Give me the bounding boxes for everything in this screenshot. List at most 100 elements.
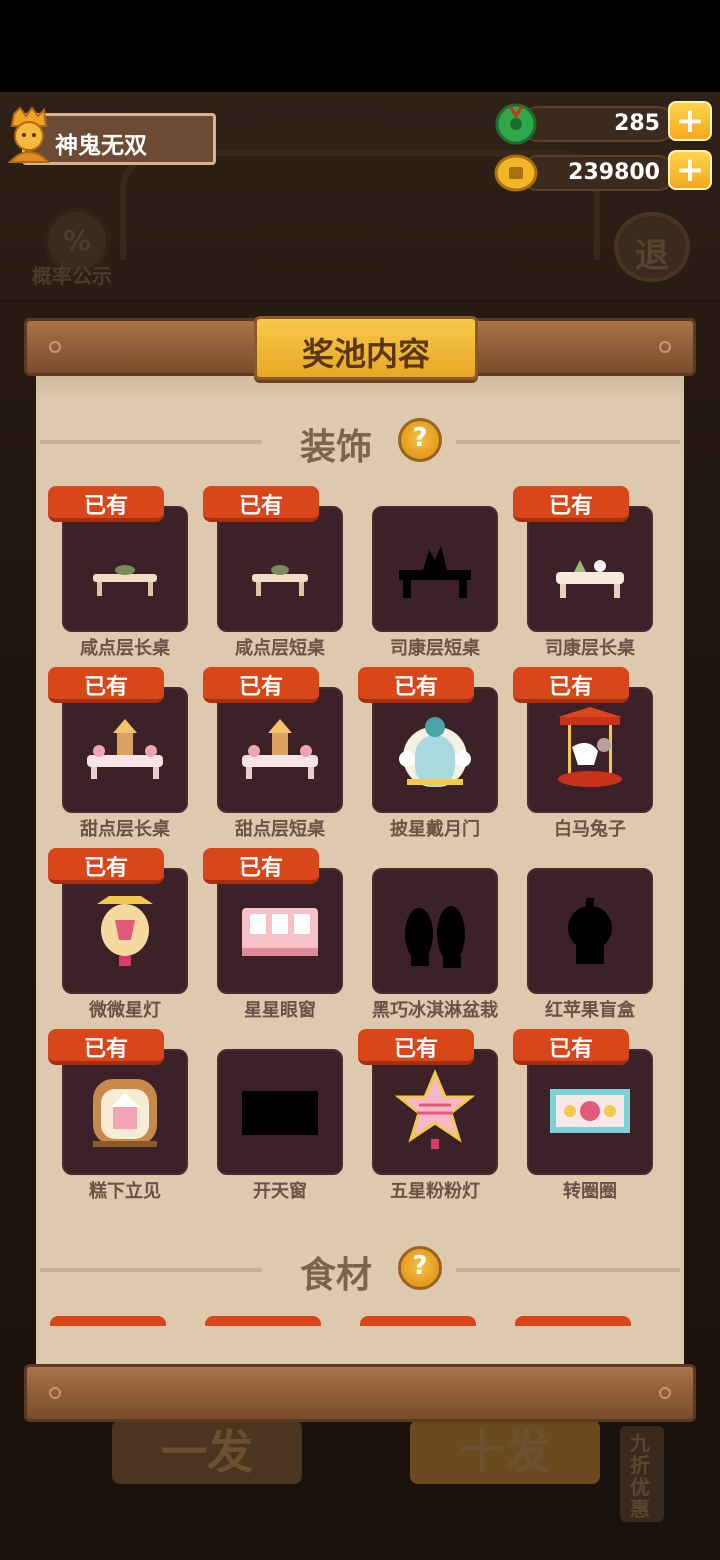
carousel-icon bbox=[558, 707, 622, 787]
silhouette-table-icon bbox=[399, 546, 471, 598]
owned-badge-partial bbox=[50, 1316, 166, 1326]
owned-badge: 已有 bbox=[48, 848, 164, 884]
prize-item[interactable]: 红苹果盲盒 bbox=[525, 848, 655, 1028]
item-name: 开天窗 bbox=[253, 1181, 307, 1202]
coin-balance: 239800 bbox=[568, 160, 660, 185]
prize-item[interactable]: 开天窗 bbox=[215, 1029, 345, 1209]
player-name: 神鬼无双 bbox=[55, 133, 147, 159]
silhouette-plants-icon bbox=[405, 906, 465, 968]
gold-coin-icon bbox=[494, 154, 538, 192]
prize-item[interactable]: 已有微微星灯 bbox=[48, 848, 190, 1028]
prize-item[interactable]: 黑巧冰淇淋盆栽 bbox=[370, 848, 500, 1028]
player-avatar-icon[interactable] bbox=[4, 106, 54, 164]
item-name: 咸点层长桌 bbox=[80, 638, 170, 659]
table-short-icon bbox=[252, 565, 308, 596]
owned-badge: 已有 bbox=[48, 486, 164, 522]
cabinet-icon bbox=[93, 1079, 157, 1147]
item-name: 五星粉粉灯 bbox=[390, 1181, 480, 1202]
probability-label: 概率公示 bbox=[32, 264, 112, 288]
owned-badge-label: 已有 bbox=[83, 856, 128, 881]
owned-badge: 已有 bbox=[48, 1029, 164, 1065]
owned-badge: 已有 bbox=[358, 1029, 474, 1065]
owned-badge: 已有 bbox=[203, 486, 319, 522]
table-light-icon bbox=[93, 565, 157, 596]
silhouette-rect-icon bbox=[242, 1091, 318, 1135]
prize-item[interactable]: 已有星星眼窗 bbox=[203, 848, 345, 1028]
panel-title-plate: 奖池内容 bbox=[254, 316, 478, 380]
owned-badge-label: 已有 bbox=[83, 1037, 128, 1062]
item-name: 黑巧冰淇淋盆栽 bbox=[372, 1000, 498, 1021]
prize-item[interactable]: 已有糕下立见 bbox=[48, 1029, 190, 1209]
prize-item[interactable]: 已有 甜点层长桌 bbox=[48, 667, 190, 847]
prize-item[interactable]: 司康层短桌 bbox=[370, 486, 500, 666]
owned-badge: 已有 bbox=[48, 667, 164, 703]
item-name: 星星眼窗 bbox=[244, 1000, 316, 1021]
gem-balance-bar: 285 bbox=[520, 106, 676, 142]
poster-icon bbox=[550, 1089, 630, 1133]
section-header-decoration: 装饰 ? bbox=[36, 418, 684, 468]
owned-badge-label: 已有 bbox=[238, 494, 283, 519]
prize-item[interactable]: 已有白马兔子 bbox=[513, 667, 655, 847]
item-name: 司康层长桌 bbox=[545, 638, 635, 659]
owned-badge: 已有 bbox=[203, 667, 319, 703]
dessert-table-icon bbox=[242, 719, 318, 779]
prize-item[interactable]: 已有 司康层长桌 bbox=[513, 486, 655, 666]
help-icon[interactable]: ? bbox=[398, 1246, 442, 1290]
prize-item[interactable]: 已有 五星粉粉灯 bbox=[358, 1029, 500, 1209]
owned-badge-label: 已有 bbox=[238, 856, 283, 881]
item-name: 白马兔子 bbox=[554, 819, 626, 840]
window-icon bbox=[242, 908, 318, 956]
add-gems-button[interactable]: + bbox=[668, 101, 712, 141]
draw-ten-button[interactable]: 十发 bbox=[410, 1420, 600, 1484]
section-title: 装饰 bbox=[299, 427, 372, 468]
exit-button[interactable]: 退 bbox=[614, 212, 690, 282]
section-title: 食材 bbox=[299, 1255, 372, 1296]
prize-item[interactable]: 已有 披星戴月门 bbox=[358, 667, 500, 847]
prize-item[interactable]: 已有转圈圈 bbox=[513, 1029, 655, 1209]
item-name: 司康层短桌 bbox=[390, 638, 480, 659]
section-header-ingredients: 食材 ? bbox=[36, 1246, 684, 1296]
panel-bottom-plank bbox=[24, 1364, 696, 1422]
item-name: 甜点层短桌 bbox=[235, 819, 325, 840]
owned-badge-partial bbox=[205, 1316, 321, 1326]
owned-badge: 已有 bbox=[513, 667, 629, 703]
item-name: 披星戴月门 bbox=[390, 819, 480, 840]
item-name: 转圈圈 bbox=[563, 1181, 617, 1202]
owned-badge-label: 已有 bbox=[548, 494, 593, 519]
add-coins-button[interactable]: + bbox=[668, 150, 712, 190]
owned-badge-label: 已有 bbox=[393, 675, 438, 700]
owned-badge: 已有 bbox=[513, 1029, 629, 1065]
dessert-table-icon bbox=[87, 719, 163, 779]
owned-badge: 已有 bbox=[513, 486, 629, 522]
item-name: 红苹果盲盒 bbox=[545, 1000, 635, 1021]
prize-item[interactable]: 已有 咸点层短桌 bbox=[203, 486, 345, 666]
owned-badge-label: 已有 bbox=[548, 1037, 593, 1062]
help-icon[interactable]: ? bbox=[398, 418, 442, 462]
draw-one-button[interactable]: 一发 bbox=[112, 1420, 302, 1484]
status-bar bbox=[0, 0, 720, 92]
table-cream-icon bbox=[556, 560, 624, 598]
discount-tag: 九折优惠 bbox=[620, 1426, 664, 1522]
owned-badge-label: 已有 bbox=[83, 494, 128, 519]
owned-badge: 已有 bbox=[358, 667, 474, 703]
gem-balance: 285 bbox=[614, 111, 660, 136]
owned-badge-label: 已有 bbox=[548, 675, 593, 700]
owned-badge-label: 已有 bbox=[83, 675, 128, 700]
item-name: 糕下立见 bbox=[89, 1181, 161, 1202]
owned-badge-partial bbox=[360, 1316, 476, 1326]
panel-title: 奖池内容 bbox=[301, 335, 430, 373]
jade-gem-icon bbox=[495, 103, 537, 145]
owned-badge: 已有 bbox=[203, 848, 319, 884]
owned-badge-label: 已有 bbox=[238, 675, 283, 700]
owned-badge-partial bbox=[515, 1316, 631, 1326]
lantern-icon bbox=[97, 896, 153, 966]
item-name: 微微星灯 bbox=[89, 1000, 161, 1021]
coin-balance-bar: 239800 bbox=[520, 155, 676, 191]
prize-item[interactable]: 已有 甜点层短桌 bbox=[203, 667, 345, 847]
item-name: 甜点层长桌 bbox=[80, 819, 170, 840]
door-icon bbox=[399, 717, 471, 787]
item-name: 咸点层短桌 bbox=[235, 638, 325, 659]
prize-item[interactable]: 已有 咸点层长桌 bbox=[48, 486, 190, 666]
star-lamp-icon bbox=[394, 1069, 476, 1149]
owned-badge-label: 已有 bbox=[393, 1037, 438, 1062]
